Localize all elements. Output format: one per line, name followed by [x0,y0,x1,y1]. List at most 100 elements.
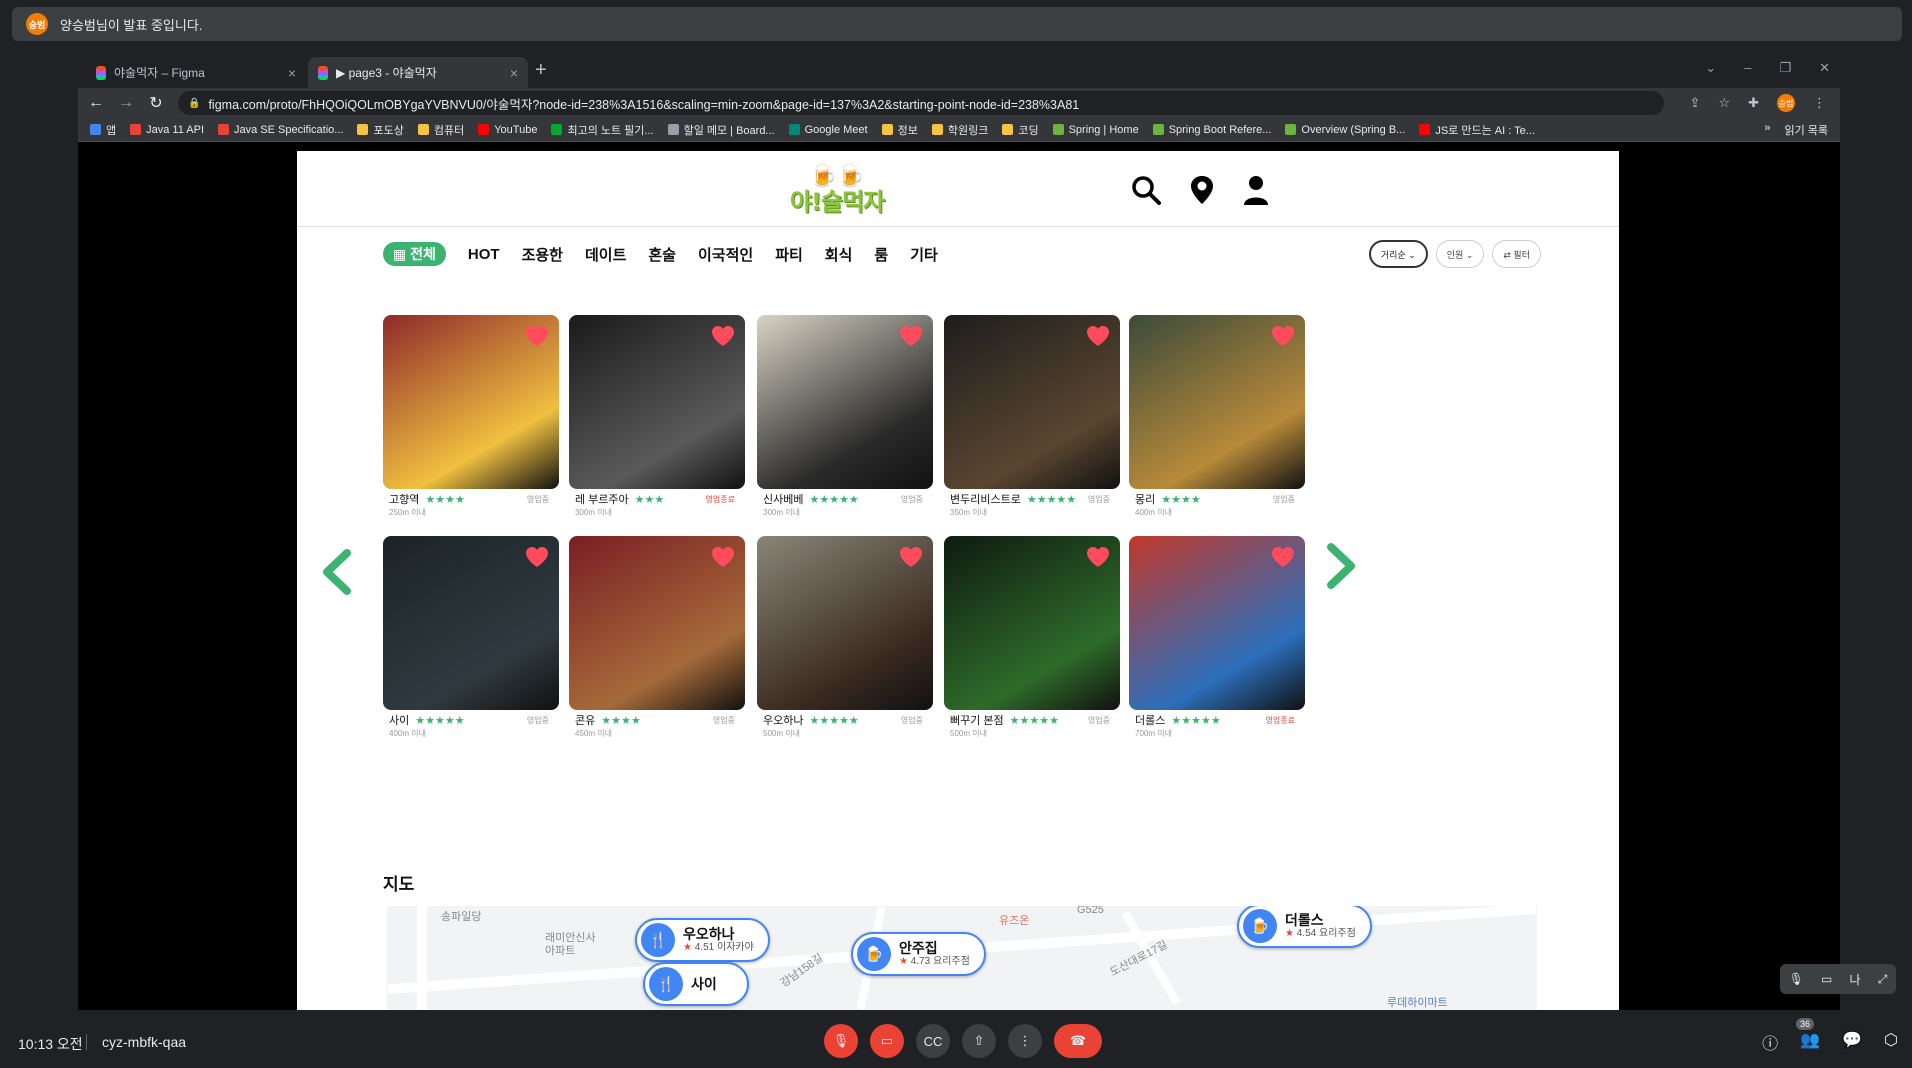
forward-icon[interactable]: → [118,94,134,112]
category-tab[interactable]: 룸 [874,244,888,265]
tab-page3[interactable]: ▶ page3 - 야술먹자 × [308,57,528,88]
search-icon[interactable] [1129,173,1163,207]
heart-icon[interactable] [1086,546,1110,568]
bookmark-item[interactable]: JS로 만드는 AI : Te... [1419,122,1535,138]
place-card[interactable]: 신사베베 ★★★★★ 영업중 300m 이내 [757,315,933,518]
bookmark-item[interactable]: Spring | Home [1052,124,1139,136]
mic-off-button[interactable]: 🎙 [824,1024,858,1058]
menu-icon[interactable]: ⋮ [1813,95,1826,111]
mic-off-icon[interactable]: 🎙 [1789,972,1804,986]
bookmark-item[interactable]: 컴퓨터 [417,122,464,138]
minimize-icon[interactable]: – [1744,60,1751,76]
heart-icon[interactable] [1271,546,1295,568]
camera-off-button[interactable]: ▭ [870,1024,904,1058]
bookmark-star-icon[interactable]: ☆ [1718,95,1730,111]
filter-button[interactable]: ⇄ 필터 [1492,240,1541,268]
place-photo[interactable] [1129,536,1305,710]
new-tab-icon[interactable]: + [535,59,547,82]
category-tab[interactable]: 파티 [775,244,803,265]
bookmark-item[interactable]: Google Meet [788,124,868,136]
expand-icon[interactable]: ⤢ [1878,972,1888,987]
bookmark-item[interactable]: 할일 메모 | Board... [667,122,775,138]
url-input[interactable]: 🔒 figma.com/proto/FhHQOiQOLmOBYgaYVBNVU0… [178,91,1664,115]
place-photo[interactable] [569,536,745,710]
place-photo[interactable] [569,315,745,489]
heart-icon[interactable] [899,325,923,347]
chat-icon[interactable]: 💬 [1842,1030,1862,1054]
place-photo[interactable] [944,536,1120,710]
captions-button[interactable]: CC [916,1024,950,1058]
place-card[interactable]: 몽리 ★★★★ 영업중 400m 이내 [1129,315,1305,518]
category-tab[interactable]: 회식 [825,244,853,265]
bookmark-item[interactable]: Overview (Spring B... [1285,124,1405,136]
bookmark-item[interactable]: Spring Boot Refere... [1152,124,1271,136]
bookmark-item[interactable]: 앱 [90,122,116,138]
bookmark-item[interactable]: 코딩 [1002,122,1039,138]
close-tab-icon[interactable]: × [288,65,296,81]
bookmark-item[interactable]: 학원링크 [931,122,988,138]
app-logo[interactable]: 🍺🍺 야!술먹자 [777,163,897,223]
more-bookmarks-icon[interactable]: » [1764,122,1770,138]
reading-list-button[interactable]: 읽기 목록 [1784,122,1828,138]
tab-search-icon[interactable]: ⌄ [1705,60,1716,76]
extensions-icon[interactable]: ✚ [1748,95,1759,111]
place-photo[interactable] [383,536,559,710]
present-button[interactable]: ⇧ [962,1024,996,1058]
people-icon[interactable]: 👥 [1800,1030,1820,1054]
map-view[interactable]: 송파일당 래미안신사 아파트 유즈온 G525 공원 도산대로17길 루데하이마… [387,906,1537,1010]
category-tab[interactable]: HOT [468,246,500,263]
bookmark-item[interactable]: Java SE Specificatio... [218,124,343,136]
map-pin-sai[interactable]: 🍴 사이 [643,962,749,1006]
people-dropdown[interactable]: 인원 ⌄ [1435,240,1485,268]
user-icon[interactable] [1239,173,1273,207]
map-pin-uohana[interactable]: 🍴 우오하나 ★ 4.51 이자카야 [635,918,770,962]
restore-icon[interactable]: ❐ [1779,60,1791,76]
place-card[interactable]: 더롤스 ★★★★★ 영업종료 700m 이내 [1129,536,1305,739]
end-call-button[interactable]: ☎ [1054,1024,1102,1058]
more-options-button[interactable]: ⋮ [1008,1024,1042,1058]
back-icon[interactable]: ← [88,94,104,112]
location-pin-icon[interactable] [1185,173,1219,207]
place-card[interactable]: 뻐꾸기 본점 ★★★★★ 영업중 500m 이내 [944,536,1120,739]
reload-icon[interactable]: ↻ [148,93,164,113]
next-arrow-icon[interactable] [1323,541,1361,591]
place-photo[interactable] [944,315,1120,489]
heart-icon[interactable] [711,546,735,568]
place-photo[interactable] [1129,315,1305,489]
category-tab[interactable]: ▦ 전체 [383,242,446,266]
profile-avatar[interactable]: 승범 [1777,94,1795,112]
place-photo[interactable] [383,315,559,489]
close-window-icon[interactable]: ✕ [1819,60,1830,76]
activities-icon[interactable]: ⬡ [1884,1030,1898,1054]
heart-icon[interactable] [525,546,549,568]
category-tab[interactable]: 혼술 [648,244,676,265]
info-icon[interactable]: ⓘ [1762,1030,1778,1054]
place-card[interactable]: 고향역 ★★★★ 영업중 250m 이내 [383,315,559,518]
tab-figma[interactable]: 야술먹자 – Figma × [86,57,306,88]
bookmark-item[interactable]: 정보 [881,122,918,138]
category-tab[interactable]: 조용한 [522,244,563,265]
bookmark-item[interactable]: 포도상 [357,122,404,138]
heart-icon[interactable] [899,546,923,568]
heart-icon[interactable] [1086,325,1110,347]
place-card[interactable]: 레 부르주아 ★★★ 영업종료 300m 이내 [569,315,745,518]
place-card[interactable]: 콘유 ★★★★ 영업중 450m 이내 [569,536,745,739]
close-tab-icon[interactable]: × [510,65,518,81]
share-icon[interactable]: ⇪ [1690,95,1701,111]
category-tab[interactable]: 이국적인 [698,244,753,265]
map-pin-anjujip[interactable]: 🍺 안주집 ★ 4.73 요리주점 [851,932,986,976]
heart-icon[interactable] [1271,325,1295,347]
place-photo[interactable] [757,536,933,710]
category-tab[interactable]: 데이트 [585,244,626,265]
bookmark-item[interactable]: 최고의 노트 필기... [551,122,654,138]
place-photo[interactable] [757,315,933,489]
category-tab[interactable]: 기타 [910,244,938,265]
place-card[interactable]: 변두리비스트로 ★★★★★ 영업중 350m 이내 [944,315,1120,518]
bookmark-item[interactable]: YouTube [478,124,537,136]
heart-icon[interactable] [525,325,549,347]
bookmark-item[interactable]: Java 11 API [130,124,204,136]
sort-distance-dropdown[interactable]: 거리순 ⌄ [1368,240,1428,268]
prev-arrow-icon[interactable] [317,547,355,597]
map-pin-therolls[interactable]: 🍺 더롤스 ★ 4.54 요리주점 [1237,906,1372,948]
place-card[interactable]: 사이 ★★★★★ 영업중 400m 이내 [383,536,559,739]
